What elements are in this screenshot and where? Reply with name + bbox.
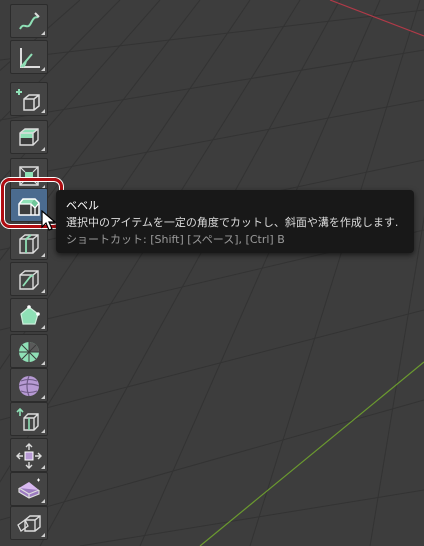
add-cube-tool-button[interactable] [10, 82, 48, 116]
mouse-cursor-icon [41, 210, 57, 231]
rip-region-icon [17, 515, 41, 532]
edge-slide-icon [16, 407, 39, 431]
inset-faces-icon [19, 166, 39, 186]
shrink-fatten-tool-button[interactable] [10, 438, 48, 472]
extrude-region-tool-button[interactable] [10, 120, 48, 154]
3d-viewport-grid[interactable] [0, 0, 424, 546]
loop-cut-icon [19, 234, 39, 254]
tooltip-title: ベベル [66, 199, 99, 212]
smooth-icon [18, 375, 40, 397]
edge-slide-tool-button[interactable] [10, 402, 48, 436]
measure-tool-button[interactable] [10, 40, 48, 74]
measure-icon [20, 48, 40, 68]
tooltip-shortcut: ショートカット: [Shift] [スペース], [Ctrl] B [66, 233, 285, 246]
shrink-fatten-icon [16, 443, 42, 469]
knife-tool-button[interactable] [10, 262, 48, 296]
tooltip-description: 選択中のアイテムを一定の角度でカットし、斜面や溝を作成します. [66, 216, 399, 229]
add-cube-icon [16, 89, 40, 111]
spin-tool-button[interactable] [10, 334, 48, 368]
annotate-tool-button[interactable] [10, 4, 48, 38]
shear-icon [18, 478, 40, 499]
bevel-icon [18, 198, 40, 216]
spin-icon [19, 342, 39, 362]
smooth-tool-button[interactable] [10, 368, 48, 402]
bevel-tooltip: ベベル 選択中のアイテムを一定の角度でカットし、斜面や溝を作成します. ショート… [56, 190, 414, 253]
extrude-region-icon [19, 128, 39, 146]
poly-build-tool-button[interactable] [10, 298, 48, 332]
poly-build-icon [20, 305, 40, 325]
tool-shelf [8, 2, 48, 542]
annotate-icon [19, 12, 40, 30]
shear-tool-button[interactable] [10, 472, 48, 506]
rip-region-tool-button[interactable] [10, 506, 48, 540]
inset-faces-tool-button[interactable] [10, 158, 48, 192]
knife-icon [19, 270, 39, 290]
